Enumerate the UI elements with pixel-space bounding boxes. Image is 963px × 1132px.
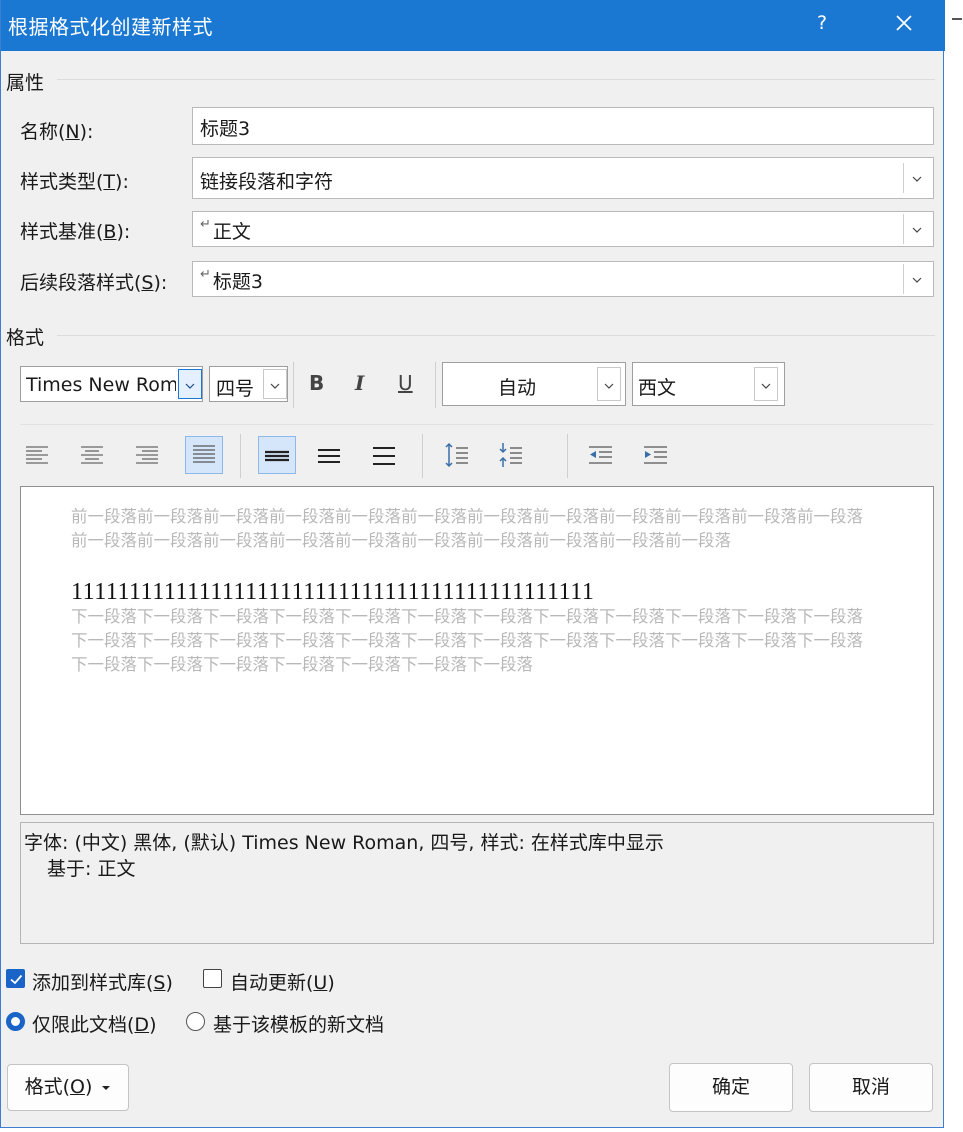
toolbar-divider xyxy=(20,424,934,425)
font-color-dropdown[interactable] xyxy=(597,367,621,401)
auto-update-checkbox[interactable] xyxy=(203,969,222,988)
style-preview-pane: 前一段落前一段落前一段落前一段落前一段落前一段落前一段落前一段落前一段落前一段落… xyxy=(20,486,934,815)
description-line-font: 字体: (中文) 黑体, (默认) Times New Roman, 四号, 样… xyxy=(24,832,664,854)
paragraph-mark-icon: ↵ xyxy=(200,217,211,232)
add-to-gallery-label[interactable]: 添加到样式库(S) xyxy=(32,968,173,995)
align-left-button[interactable] xyxy=(18,437,56,475)
font-name-dropdown[interactable] xyxy=(178,369,202,399)
bold-button[interactable]: B xyxy=(309,371,324,395)
style-type-dropdown[interactable] xyxy=(903,163,931,193)
next-style-dropdown[interactable] xyxy=(903,264,931,294)
double-spacing-button[interactable] xyxy=(366,437,404,475)
align-left-icon xyxy=(26,446,48,464)
toolbar-separator xyxy=(435,362,436,408)
title-bar: 根据格式化创建新样式 ? xyxy=(1,0,945,51)
next-style-label: 后续段落样式(S): xyxy=(20,272,168,294)
align-center-button[interactable] xyxy=(73,437,111,475)
format-menu-button[interactable]: 格式(O) xyxy=(7,1064,129,1111)
double-spacing-icon xyxy=(373,447,395,465)
auto-update-label[interactable]: 自动更新(U) xyxy=(230,968,335,995)
style-type-select[interactable]: 链接段落和字符 xyxy=(192,157,934,199)
properties-section-label: 属性 xyxy=(6,72,45,94)
script-dropdown[interactable] xyxy=(754,367,778,401)
font-name-combo[interactable]: Times New Roman xyxy=(20,366,203,402)
align-center-icon xyxy=(81,446,103,464)
increase-paragraph-spacing-icon xyxy=(445,442,468,468)
chevron-down-icon xyxy=(912,277,922,283)
new-documents-radio[interactable] xyxy=(186,1012,205,1031)
cancel-button[interactable]: 取消 xyxy=(809,1063,933,1112)
based-on-select[interactable]: ↵ 正文 xyxy=(192,211,934,247)
chevron-down-icon xyxy=(270,383,280,389)
italic-button[interactable]: I xyxy=(355,371,364,395)
based-on-value: 正文 xyxy=(212,221,251,243)
font-size-dropdown[interactable] xyxy=(263,369,287,399)
increase-spacing-button[interactable] xyxy=(437,437,475,475)
align-right-button[interactable] xyxy=(128,437,166,475)
underline-button[interactable]: U xyxy=(398,371,413,395)
preview-next-paragraph: 下一段落下一段落下一段落下一段落下一段落下一段落下一段落下一段落下一段落下一段落… xyxy=(71,607,863,674)
name-label: 名称(N): xyxy=(20,121,94,143)
based-on-label: 样式基准(B): xyxy=(20,221,131,243)
name-value: 标题3 xyxy=(200,118,251,140)
align-right-icon xyxy=(136,446,158,464)
dialog-title: 根据格式化创建新样式 xyxy=(8,15,213,39)
paragraph-mark-icon: ↵ xyxy=(200,267,211,282)
format-section-label: 格式 xyxy=(6,327,45,349)
font-color-combo[interactable]: 自动 xyxy=(442,362,626,406)
checkmark-icon xyxy=(10,974,23,985)
font-size-combo[interactable]: 四号 xyxy=(209,366,288,402)
format-divider xyxy=(57,335,935,336)
justify-button[interactable] xyxy=(185,436,223,474)
decrease-spacing-button[interactable] xyxy=(491,437,529,475)
close-button[interactable] xyxy=(889,8,919,38)
toolbar-separator xyxy=(567,434,568,478)
help-button[interactable]: ? xyxy=(817,12,827,34)
decrease-indent-icon xyxy=(589,446,612,464)
justify-icon xyxy=(193,445,215,463)
chevron-down-icon xyxy=(604,383,614,389)
single-spacing-button[interactable] xyxy=(258,436,296,474)
close-icon xyxy=(896,15,912,31)
background-window-edge xyxy=(952,18,962,20)
toolbar-separator xyxy=(240,434,241,478)
toolbar-separator xyxy=(293,362,294,408)
chevron-down-icon xyxy=(912,176,922,182)
font-size-value: 四号 xyxy=(216,378,255,400)
this-document-only-label[interactable]: 仅限此文档(D) xyxy=(32,1010,156,1037)
create-style-dialog: 根据格式化创建新样式 ? 属性 名称(N): 标题3 样式类型(T): 链接段落… xyxy=(0,0,945,1128)
font-name-value: Times New Roman xyxy=(26,374,176,396)
dropdown-arrow-icon xyxy=(102,1085,111,1090)
this-document-only-radio[interactable] xyxy=(6,1012,25,1031)
style-type-label: 样式类型(T): xyxy=(20,171,129,193)
based-on-dropdown[interactable] xyxy=(903,214,931,244)
one-half-spacing-icon xyxy=(318,449,340,463)
name-input[interactable]: 标题3 xyxy=(192,107,934,145)
toolbar-separator xyxy=(422,434,423,478)
preview-sample-text: 1111111111111111111111111111111111111111… xyxy=(71,579,595,605)
add-to-gallery-checkbox[interactable] xyxy=(6,969,25,988)
script-value: 西文 xyxy=(638,377,677,399)
decrease-indent-button[interactable] xyxy=(582,437,620,475)
font-color-value: 自动 xyxy=(498,377,537,399)
properties-divider xyxy=(57,79,935,80)
script-combo[interactable]: 西文 xyxy=(632,362,785,406)
new-documents-label[interactable]: 基于该模板的新文档 xyxy=(213,1010,384,1037)
single-spacing-icon xyxy=(265,450,289,462)
style-type-value: 链接段落和字符 xyxy=(200,171,334,193)
preview-previous-paragraph: 前一段落前一段落前一段落前一段落前一段落前一段落前一段落前一段落前一段落前一段落… xyxy=(71,507,863,550)
increase-indent-icon xyxy=(644,446,667,464)
one-half-spacing-button[interactable] xyxy=(311,437,349,475)
decrease-paragraph-spacing-icon xyxy=(499,443,522,467)
chevron-down-icon xyxy=(912,227,922,233)
next-style-value: 标题3 xyxy=(212,271,263,293)
chevron-down-icon xyxy=(185,383,195,389)
increase-indent-button[interactable] xyxy=(637,437,675,475)
ok-button[interactable]: 确定 xyxy=(669,1063,793,1112)
next-style-select[interactable]: ↵ 标题3 xyxy=(192,261,934,297)
chevron-down-icon xyxy=(761,383,771,389)
description-line-based-on: 基于: 正文 xyxy=(47,858,136,880)
style-description: 字体: (中文) 黑体, (默认) Times New Roman, 四号, 样… xyxy=(20,822,934,944)
